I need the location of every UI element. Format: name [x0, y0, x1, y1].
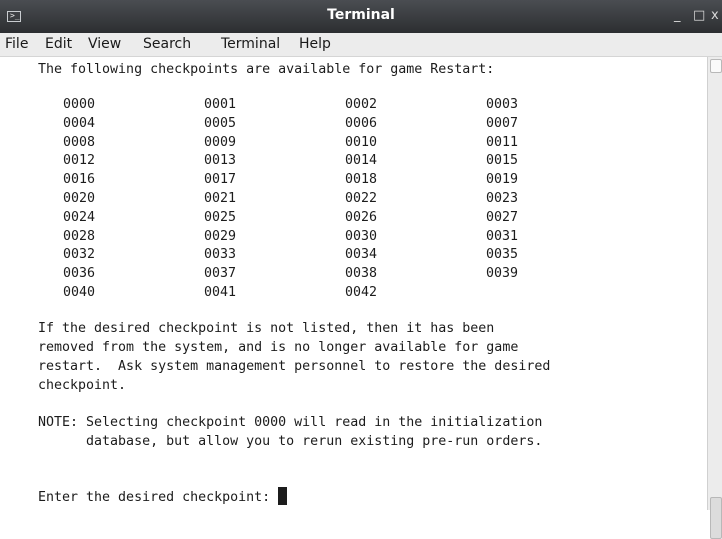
checkpoint-item: 0041	[204, 285, 237, 300]
info-line-1: If the desired checkpoint is not listed,…	[38, 321, 495, 336]
prompt-text: Enter the desired checkpoint:	[38, 490, 279, 505]
checkpoint-item: 0038	[345, 266, 378, 282]
checkpoint-item: 0040	[63, 285, 96, 300]
menu-view[interactable]: View	[88, 36, 121, 52]
checkpoint-item: 0015	[486, 153, 519, 169]
info-line-2: removed from the system, and is no longe…	[38, 340, 519, 355]
checkpoint-item: 0023	[486, 191, 519, 206]
checkpoint-item: 0033	[204, 247, 237, 263]
menu-terminal[interactable]: Terminal	[221, 36, 280, 52]
checkpoint-item: 0000	[63, 97, 96, 112]
checkpoint-item: 0027	[486, 209, 519, 225]
checkpoint-item: 0024	[63, 209, 96, 225]
checkpoint-item: 0009	[204, 134, 237, 150]
checkpoint-item: 0017	[204, 172, 237, 188]
checkpoint-item: 0002	[345, 97, 378, 112]
checkpoint-item: 0004	[63, 115, 96, 131]
checkpoint-item: 0026	[345, 209, 378, 225]
checkpoint-item: 0007	[486, 115, 519, 131]
input-prompt[interactable]: Enter the desired checkpoint:	[38, 487, 288, 505]
checkpoint-item: 0025	[204, 209, 237, 225]
minimize-button[interactable]: _	[674, 8, 681, 23]
checkpoint-item: 0031	[486, 228, 519, 244]
checkpoint-item: 0012	[63, 153, 96, 169]
checkpoint-item: 0032	[63, 247, 96, 263]
checkpoint-item: 0021	[204, 191, 237, 206]
menu-file[interactable]: File	[5, 36, 28, 52]
scroll-thumb[interactable]	[710, 497, 722, 539]
menu-edit[interactable]: Edit	[45, 36, 72, 52]
checkpoint-item: 0018	[345, 172, 378, 188]
checkpoint-item: 0030	[345, 228, 378, 244]
checkpoint-item: 0042	[345, 285, 378, 300]
info-line-4: checkpoint.	[38, 378, 127, 393]
checkpoint-item: 0022	[345, 191, 378, 206]
checkpoint-item: 0019	[486, 172, 519, 188]
checkpoint-item: 0013	[204, 153, 237, 169]
note-line-2: database, but allow you to rerun existin…	[38, 434, 543, 449]
window-title: Terminal	[327, 7, 395, 23]
info-line-3: restart. Ask system management personnel…	[38, 359, 551, 374]
terminal-output[interactable]: The following checkpoints are available …	[0, 57, 707, 510]
maximize-button[interactable]: □	[693, 8, 705, 23]
checkpoint-item: 0037	[204, 266, 237, 282]
terminal-window: >_ Terminal _ □ x File Edit View Search …	[0, 0, 722, 539]
checkpoint-item: 0016	[63, 172, 96, 188]
checkpoint-item: 0011	[486, 134, 519, 150]
menu-search[interactable]: Search	[143, 36, 191, 52]
checkpoint-item: 0014	[345, 153, 378, 169]
checkpoint-item: 0029	[204, 228, 237, 244]
checkpoint-item: 0039	[486, 266, 519, 282]
checkpoint-item: 0034	[345, 247, 378, 263]
checkpoint-item: 0006	[345, 115, 378, 131]
text-cursor	[278, 487, 288, 505]
checkpoint-item: 0003	[486, 97, 519, 112]
scroll-up-button[interactable]	[710, 59, 722, 73]
checkpoint-item: 0005	[204, 115, 237, 131]
title-bar[interactable]: >_ Terminal _ □ x	[0, 0, 722, 33]
note-line-1: NOTE: Selecting checkpoint 0000 will rea…	[38, 415, 543, 430]
checkpoint-item: 0036	[63, 266, 96, 282]
vertical-scrollbar[interactable]	[707, 57, 722, 539]
checkpoint-item: 0028	[63, 228, 96, 244]
checkpoint-header: The following checkpoints are available …	[38, 62, 495, 77]
checkpoint-item: 0001	[204, 97, 237, 112]
checkpoint-item: 0020	[63, 191, 96, 206]
checkpoint-item: 0010	[345, 134, 378, 150]
checkpoint-item: 0008	[63, 134, 96, 150]
close-button[interactable]: x	[711, 8, 719, 23]
menu-bar: File Edit View Search Terminal Help	[0, 33, 722, 57]
menu-help[interactable]: Help	[299, 36, 331, 52]
checkpoint-item: 0035	[486, 247, 519, 263]
